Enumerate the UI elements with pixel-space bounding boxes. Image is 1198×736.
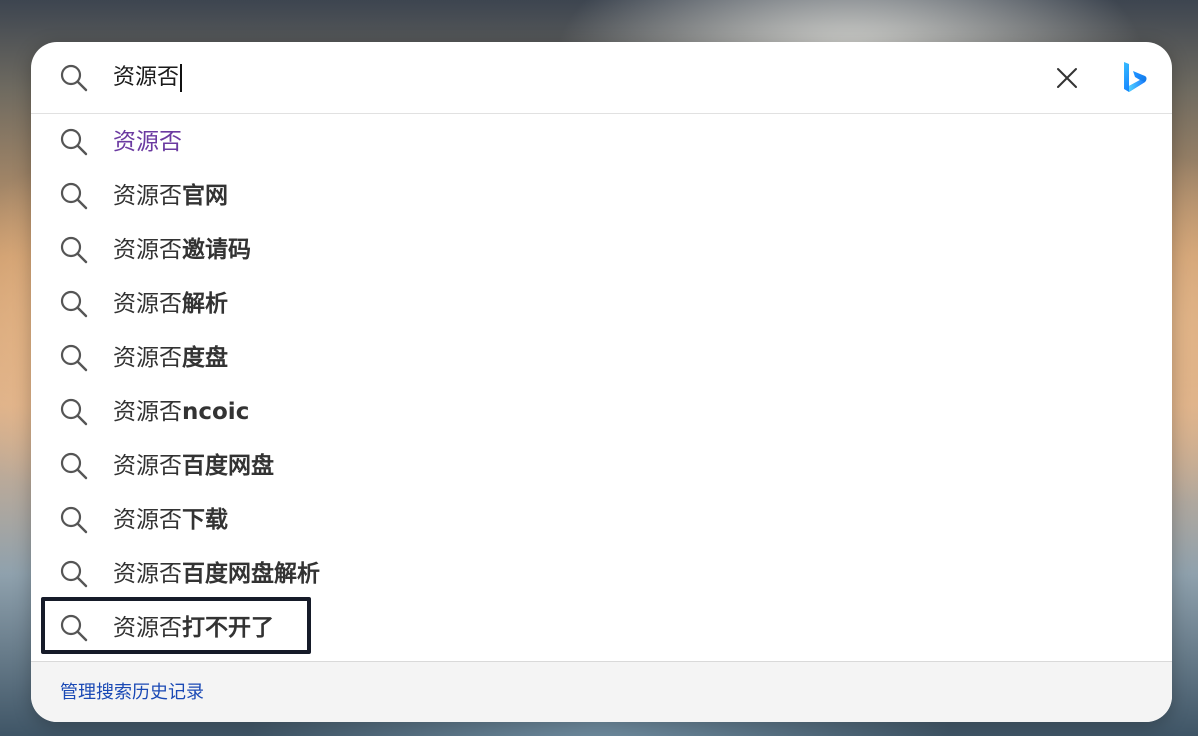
suggestion-text: 资源否下载 (113, 507, 228, 533)
suggestion-text: 资源否度盘 (113, 345, 228, 371)
search-icon (58, 288, 90, 320)
bing-logo-icon[interactable] (1119, 60, 1149, 96)
search-icon (58, 342, 90, 374)
suggestion-item[interactable]: 资源否百度网盘解析 (31, 547, 1172, 601)
suggestion-item[interactable]: 资源否度盘 (31, 331, 1172, 385)
search-icon (58, 180, 90, 212)
suggestion-item[interactable]: 资源否解析 (31, 277, 1172, 331)
close-icon (1057, 68, 1077, 88)
search-suggestion-panel: 资源否 资源否 资源否官网 资源否邀请码 资源否解析 资源否度盘 资源否ncoi… (31, 42, 1172, 722)
suggestion-item[interactable]: 资源否官网 (31, 169, 1172, 223)
suggestion-text: 资源否解析 (113, 291, 228, 317)
suggestion-item[interactable]: 资源否百度网盘 (31, 439, 1172, 493)
suggestion-text: 资源否百度网盘 (113, 453, 274, 479)
search-icon (58, 62, 90, 94)
panel-footer: 管理搜索历史记录 (31, 661, 1172, 722)
suggestion-item[interactable]: 资源否ncoic (31, 385, 1172, 439)
suggestion-text: 资源否打不开了 (113, 615, 274, 641)
suggestion-text: 资源否 (113, 129, 182, 155)
search-icon (58, 558, 90, 590)
suggestion-item[interactable]: 资源否下载 (31, 493, 1172, 547)
search-input[interactable]: 资源否 (113, 60, 183, 96)
suggestion-item[interactable]: 资源否邀请码 (31, 223, 1172, 277)
search-icon (58, 126, 90, 158)
text-caret (180, 64, 183, 92)
search-icon (58, 396, 90, 428)
suggestion-text: 资源否ncoic (113, 399, 250, 425)
search-query-text: 资源否 (113, 65, 180, 90)
suggestion-item[interactable]: 资源否 (31, 115, 1172, 169)
search-bar: 资源否 (31, 42, 1172, 114)
suggestion-text: 资源否百度网盘解析 (113, 561, 320, 587)
search-icon (58, 450, 90, 482)
suggestion-text: 资源否邀请码 (113, 237, 251, 263)
search-icon (58, 234, 90, 266)
clear-search-button[interactable] (1051, 62, 1083, 94)
suggestion-item[interactable]: 资源否打不开了 (31, 601, 1172, 655)
search-icon (58, 612, 90, 644)
suggestion-text: 资源否官网 (113, 183, 228, 209)
manage-search-history-link[interactable]: 管理搜索历史记录 (60, 681, 204, 705)
search-icon (58, 504, 90, 536)
